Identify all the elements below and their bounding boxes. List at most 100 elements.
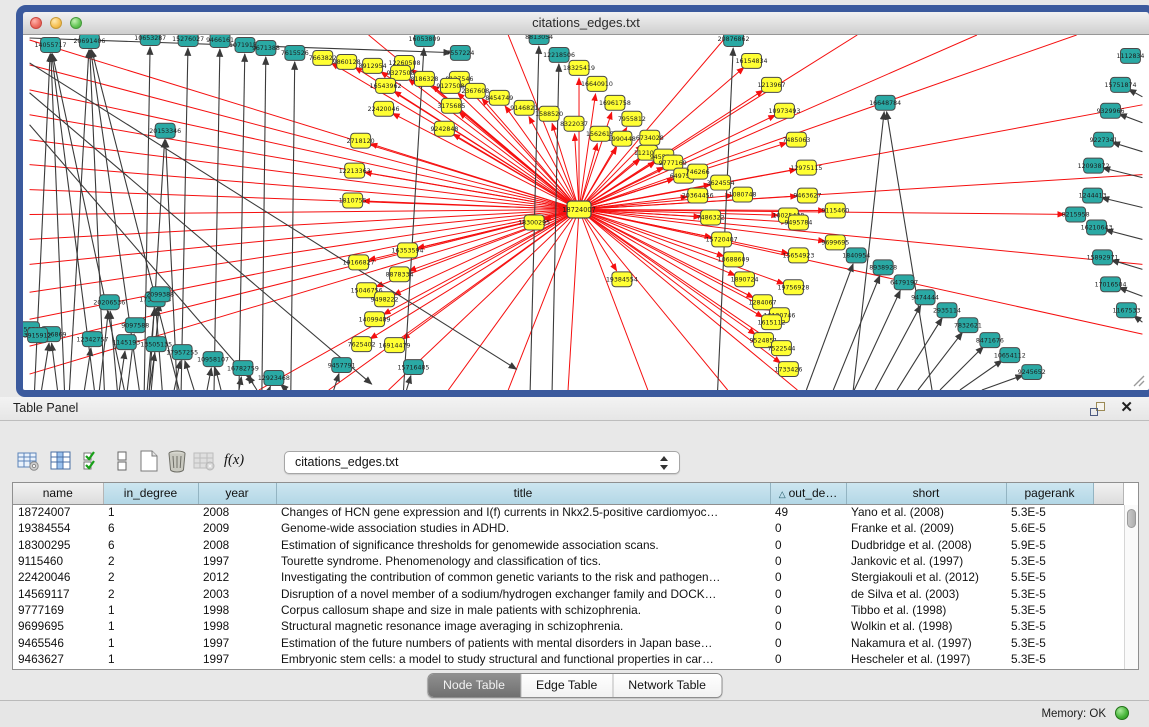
graph-node[interactable]: 15892971 xyxy=(1087,250,1119,265)
table-cell[interactable]: 14569117 xyxy=(13,585,103,601)
tab-network-table[interactable]: Network Table xyxy=(612,674,721,697)
table-cell[interactable]: 2008 xyxy=(198,537,276,553)
table-cell[interactable]: 1998 xyxy=(198,618,276,634)
table-cell[interactable]: 2 xyxy=(103,569,198,585)
graph-node[interactable]: 1167533 xyxy=(1113,303,1141,318)
table-cell[interactable]: 1 xyxy=(103,634,198,650)
table-select-dropdown[interactable]: citations_edges.txt xyxy=(284,451,680,474)
table-cell[interactable]: 19384554 xyxy=(13,520,103,536)
graph-node[interactable]: 19166827 xyxy=(343,255,375,270)
graph-node[interactable]: 7955812 xyxy=(618,111,646,126)
citation-network-graph[interactable]: 14055717 20691406 10653287 15276027 9466… xyxy=(23,35,1149,390)
graph-node[interactable]: 1588520 xyxy=(535,106,563,121)
graph-node[interactable]: 7832621 xyxy=(954,318,982,333)
table-row[interactable]: 946554611997Estimation of the future num… xyxy=(13,634,1123,650)
table-cell[interactable]: Yano et al. (2008) xyxy=(846,504,1006,520)
table-cell[interactable]: 5.3E-5 xyxy=(1006,553,1093,569)
graph-node[interactable]: 1244413 xyxy=(1079,188,1107,203)
table-cell[interactable]: 1998 xyxy=(198,602,276,618)
table-cell[interactable]: 1 xyxy=(103,651,198,667)
graph-node[interactable]: 14099489 xyxy=(359,312,391,327)
graph-node[interactable]: 3624554 xyxy=(707,175,735,190)
table-cell[interactable]: 5.3E-5 xyxy=(1006,634,1093,650)
table-vertical-scrollbar[interactable] xyxy=(1124,505,1138,669)
table-cell[interactable]: 5.3E-5 xyxy=(1006,504,1093,520)
graph-node[interactable]: 1733426 xyxy=(774,362,802,377)
graph-node[interactable]: 6734028 xyxy=(636,130,664,145)
table-cell[interactable]: 0 xyxy=(770,585,846,601)
table-cell[interactable]: 9463627 xyxy=(13,651,103,667)
graph-node[interactable]: 8912954 xyxy=(359,58,387,73)
graph-node[interactable]: 19756928 xyxy=(777,280,809,295)
table-cell[interactable]: de Silva et al. (2003) xyxy=(846,585,1006,601)
graph-node[interactable]: 8454749 xyxy=(485,90,513,105)
tab-node-table[interactable]: Node Table xyxy=(428,674,520,697)
table-cell[interactable]: Tourette syndrome. Phenomenology and cla… xyxy=(276,553,770,569)
graph-node[interactable]: 15720407 xyxy=(706,232,738,247)
graph-node[interactable]: 9860128 xyxy=(333,54,361,69)
graph-node[interactable]: 3175685 xyxy=(437,98,465,113)
table-cell[interactable]: Tibbo et al. (1998) xyxy=(846,602,1006,618)
table-cell[interactable]: Stergiakouli et al. (2012) xyxy=(846,569,1006,585)
resize-grip-icon[interactable] xyxy=(1132,374,1145,387)
graph-node[interactable]: 2935114 xyxy=(933,303,961,318)
graph-node[interactable]: 9498222 xyxy=(371,292,399,307)
scrollbar-thumb[interactable] xyxy=(1127,509,1136,528)
new-table-icon[interactable] xyxy=(137,448,161,474)
table-row[interactable]: 977716911998Corpus callosum shape and si… xyxy=(13,602,1123,618)
table-cell[interactable]: 0 xyxy=(770,634,846,650)
graph-node[interactable]: 10654112 xyxy=(994,348,1026,363)
table-cell[interactable]: 5.9E-5 xyxy=(1006,537,1093,553)
table-cell[interactable]: 0 xyxy=(770,569,846,585)
graph-node[interactable]: 12975115 xyxy=(790,160,822,175)
graph-node[interactable]: 15276027 xyxy=(172,35,204,46)
graph-node[interactable]: 1615112 xyxy=(758,315,786,330)
graph-node[interactable]: 1810755 xyxy=(339,193,367,208)
graph-node[interactable]: 17016504 xyxy=(1095,277,1127,292)
column-header-title[interactable]: title xyxy=(276,483,770,504)
table-cell[interactable]: 0 xyxy=(770,618,846,634)
table-cell[interactable]: Dudbridge et al. (2008) xyxy=(846,537,1006,553)
table-cell[interactable]: Wolkin et al. (1998) xyxy=(846,618,1006,634)
table-cell[interactable]: Disruption of a novel member of a sodium… xyxy=(276,585,770,601)
table-cell[interactable]: 6 xyxy=(103,520,198,536)
table-cell[interactable]: 2003 xyxy=(198,585,276,601)
graph-node[interactable]: 18325419 xyxy=(563,60,595,75)
table-cell[interactable]: 18300295 xyxy=(13,537,103,553)
graph-node[interactable]: 10653287 xyxy=(134,35,166,45)
table-cell[interactable]: Franke et al. (2009) xyxy=(846,520,1006,536)
table-cell[interactable]: 1 xyxy=(103,618,198,634)
table-row[interactable]: 2242004622012Investigating the contribut… xyxy=(13,569,1123,585)
table-cell[interactable]: Estimation of the future numbers of pati… xyxy=(276,634,770,650)
column-header-short[interactable]: short xyxy=(846,483,1006,504)
graph-node[interactable]: 16648784 xyxy=(869,95,901,110)
table-cell[interactable]: Hescheler et al. (1997) xyxy=(846,651,1006,667)
table-cell[interactable]: 5.3E-5 xyxy=(1006,618,1093,634)
graph-node[interactable]: 16782759 xyxy=(227,361,259,376)
graph-node[interactable]: 20206536 xyxy=(93,295,125,310)
table-cell[interactable]: Embryonic stem cells: a model to study s… xyxy=(276,651,770,667)
table-cell[interactable]: 5.5E-5 xyxy=(1006,569,1093,585)
graph-node[interactable]: 16353594 xyxy=(392,243,424,258)
table-cell[interactable]: 2 xyxy=(103,553,198,569)
graph-node[interactable]: 3915912 xyxy=(24,328,52,343)
table-row[interactable]: 911546021997Tourette syndrome. Phenomeno… xyxy=(13,553,1123,569)
graph-node[interactable]: 9474444 xyxy=(911,290,939,305)
graph-node[interactable]: 8215958 xyxy=(1062,207,1090,222)
graph-node[interactable]: 1840954 xyxy=(842,248,870,263)
float-panel-icon[interactable] xyxy=(1090,402,1105,416)
graph-node[interactable]: 8813054 xyxy=(525,35,553,44)
graph-node[interactable]: 9227341 xyxy=(1090,132,1118,147)
table-cell[interactable]: 0 xyxy=(770,553,846,569)
graph-node[interactable]: 9097588 xyxy=(121,318,149,333)
table-cell[interactable]: 5.3E-5 xyxy=(1006,651,1093,667)
graph-node[interactable]: 7625402 xyxy=(348,337,376,352)
function-builder-icon[interactable]: f(x) xyxy=(224,452,256,478)
table-settings-icon[interactable] xyxy=(16,448,40,474)
graph-node[interactable]: 7522544 xyxy=(767,341,795,356)
table-cell[interactable]: 9115460 xyxy=(13,553,103,569)
table-cell[interactable]: 22420046 xyxy=(13,569,103,585)
table-cell[interactable]: Genome-wide association studies in ADHD. xyxy=(276,520,770,536)
graph-node[interactable]: 12923468 xyxy=(258,371,290,386)
graph-node[interactable]: 9127508 xyxy=(436,78,464,93)
